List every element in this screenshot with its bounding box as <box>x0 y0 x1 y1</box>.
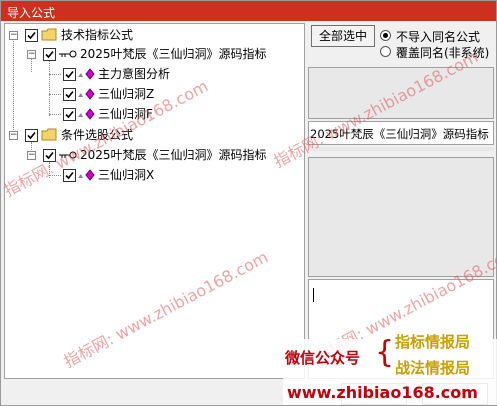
indicator-icon <box>78 169 95 181</box>
checkbox[interactable] <box>63 68 76 81</box>
tree-line <box>49 74 61 75</box>
checkbox[interactable] <box>25 29 38 42</box>
promo-overlay: 微信公众号 { 指标情报局 战法情报局 www.zhibiao168.com <box>283 333 497 405</box>
text-cursor <box>313 288 314 302</box>
radio-selected-dot <box>383 33 388 38</box>
description-panel <box>308 157 494 277</box>
tree-group-label: 技术指标公式 <box>61 28 134 42</box>
checkbox[interactable] <box>63 108 76 121</box>
collapse-icon[interactable]: − <box>27 50 36 59</box>
tree-line <box>49 94 61 95</box>
folder-icon <box>41 28 57 41</box>
tree-item-label: 三仙归洞X <box>98 168 155 182</box>
window-title: 导入公式 <box>7 6 56 20</box>
brace-icon: { <box>375 335 395 370</box>
formula-name-label: 2025叶梵辰《三仙归洞》源码指标 <box>80 47 267 61</box>
collapse-icon[interactable]: − <box>9 131 18 140</box>
checkbox[interactable] <box>43 48 56 61</box>
promo-url: www.zhibiao168.com <box>287 383 478 402</box>
tree-formula-node[interactable]: − 2025叶梵辰《三仙归洞》源码指标 <box>5 46 305 62</box>
radio-no-import[interactable] <box>380 30 391 41</box>
checkbox[interactable] <box>63 88 76 101</box>
tree-group-condition[interactable]: − 条件选股公式 <box>5 127 305 143</box>
tree-item-label: 主力意图分析 <box>98 67 171 81</box>
radio-overwrite[interactable] <box>380 46 391 57</box>
radio-no-import-label: 不导入同名公式 <box>396 30 481 44</box>
indicator-icon <box>78 88 95 100</box>
divider <box>308 147 494 151</box>
tree-leaf-item[interactable]: 主力意图分析 <box>5 66 305 82</box>
formula-name-label: 2025叶梵辰《三仙归洞》源码指标 <box>80 148 267 162</box>
promo-tag-1: 指标情报局 <box>395 333 471 351</box>
checkbox[interactable] <box>25 129 38 142</box>
wechat-label: 微信公众号 <box>285 349 361 367</box>
collapse-icon[interactable]: − <box>9 31 18 40</box>
promo-tag-2: 战法情报局 <box>395 359 471 377</box>
collapse-icon[interactable]: − <box>27 151 36 160</box>
select-all-button[interactable]: 全部选中 <box>311 25 375 47</box>
tree-line <box>49 114 61 115</box>
indicator-icon <box>78 68 95 80</box>
title-bar[interactable]: 导入公式 <box>1 1 496 21</box>
folder-icon <box>41 128 57 141</box>
key-icon <box>59 50 77 58</box>
tree-group-technical[interactable]: − 技术指标公式 <box>5 27 305 43</box>
tree-item-label: 三仙归洞Z <box>98 87 155 101</box>
indicator-icon <box>78 108 95 120</box>
import-formula-dialog: 导入公式 − 技术指标公式 − 2025叶梵辰《三仙归洞》源码指标 主力意图分析 <box>0 0 497 406</box>
